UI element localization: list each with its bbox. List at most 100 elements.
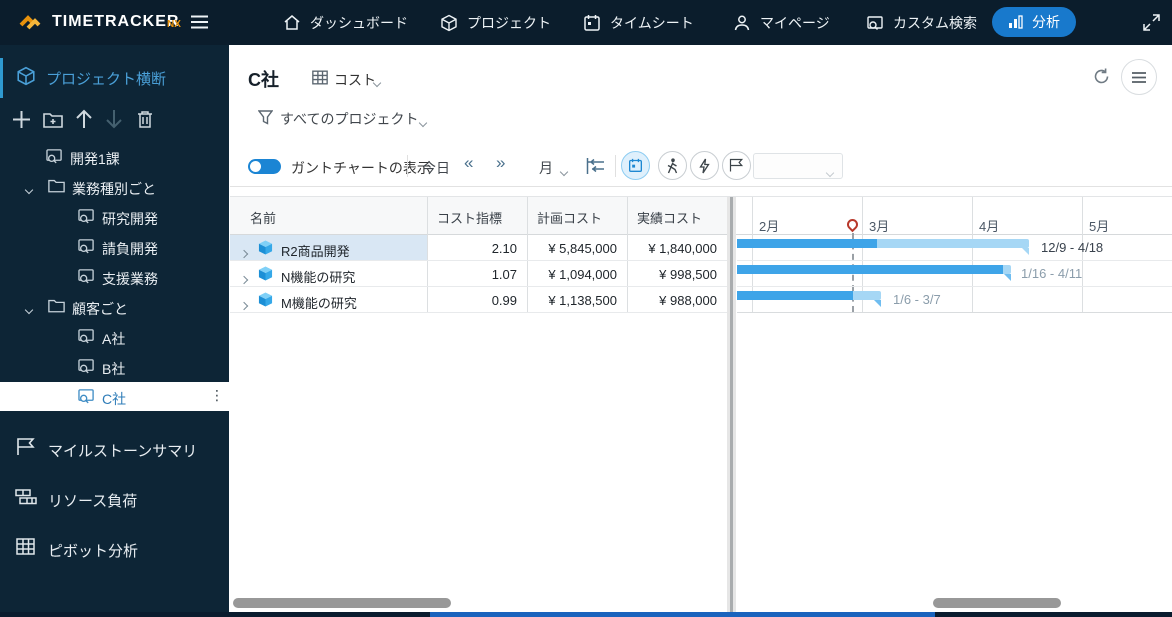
tree-item-dev1[interactable]: 開発1課 (70, 149, 120, 169)
menu-icon[interactable] (191, 15, 208, 29)
home-icon (283, 14, 301, 32)
nav-project[interactable]: プロジェクト (440, 0, 551, 45)
chevron-down-icon[interactable] (24, 180, 34, 198)
chevron-down-icon[interactable] (24, 300, 34, 318)
gantt-bar-progress[interactable] (737, 239, 877, 248)
table-horizontal-scrollbar[interactable] (233, 598, 451, 608)
expand-icon[interactable] (1142, 13, 1161, 32)
month-gridline (972, 197, 973, 313)
nav-label: カスタム検索 (893, 14, 977, 31)
project-name: R2商品開発 (281, 244, 350, 259)
show-milestone-button[interactable] (722, 151, 751, 180)
kebab-menu-icon[interactable]: ⋮ (210, 387, 224, 404)
filter-icon (258, 110, 273, 125)
chevron-down-icon[interactable] (372, 73, 382, 91)
pane-splitter[interactable] (727, 197, 736, 612)
project-name: M機能の研究 (281, 296, 357, 311)
arrow-up-icon[interactable] (75, 109, 93, 129)
nav-dashboard[interactable]: ダッシュボード (283, 0, 408, 45)
tree-item-label: C社 (102, 391, 127, 407)
calendar-icon (629, 158, 642, 172)
menu-icon (1132, 71, 1146, 83)
nav-analysis-active[interactable]: 分析 (992, 7, 1076, 37)
tree-folder-by-customer[interactable]: 顧客ごと (72, 299, 128, 319)
planned-cost-value: ¥ 1,094,000 (548, 267, 617, 282)
gantt-toggle-label: ガントチャートの表示 (291, 160, 431, 176)
column-header-cost-index[interactable]: コスト指標 (437, 208, 502, 227)
refresh-icon[interactable] (1092, 67, 1111, 86)
timetracker-logo-icon (16, 9, 44, 37)
table-row[interactable]: M機能の研究 0.99 ¥ 1,138,500 ¥ 988,000 (230, 287, 727, 313)
toolbar-divider (230, 186, 1172, 187)
report-icon (78, 358, 95, 374)
gantt-display-toggle[interactable] (248, 159, 281, 174)
add-folder-icon[interactable] (43, 111, 63, 128)
column-header-planned-cost[interactable]: 計画コスト (537, 208, 602, 227)
project-name: N機能の研究 (281, 270, 356, 285)
today-button[interactable]: 今日 (422, 158, 450, 178)
gantt-bar-progress[interactable] (737, 291, 853, 300)
toggle-knob (250, 161, 261, 172)
nav-timesheet[interactable]: タイムシート (583, 0, 694, 45)
cost-index-value: 2.10 (491, 241, 517, 256)
add-icon[interactable] (12, 110, 31, 129)
planned-cost-value: ¥ 1,138,500 (548, 293, 617, 308)
nav-mypage[interactable]: マイページ (733, 0, 830, 45)
tree-folder-by-worktype[interactable]: 業務種別ごと (72, 179, 156, 199)
tree-item-company-a[interactable]: A社 (102, 329, 125, 349)
tree-item-support[interactable]: 支援業務 (102, 269, 158, 289)
prev-period-button[interactable]: « (464, 153, 473, 173)
brand-title: TIMETRACKER (52, 13, 180, 30)
table-row[interactable]: N機能の研究 1.07 ¥ 1,094,000 ¥ 998,500 (230, 261, 727, 287)
cube-icon (440, 14, 458, 32)
app-window: TIMETRACKER NX ダッシュボード プロジェクト タイムシート マイペ… (0, 0, 1172, 617)
active-section-indicator (0, 58, 3, 98)
gantt-bar-planned[interactable] (853, 291, 881, 300)
panel-menu-button[interactable] (1121, 59, 1157, 95)
next-period-button[interactable]: » (496, 153, 505, 173)
project-cube-icon (258, 292, 273, 307)
project-filter[interactable]: すべてのプロジェクト (280, 109, 418, 129)
sidebar-item-milestone-summary[interactable]: マイルストーンサマリ (48, 440, 197, 461)
chevron-down-icon (825, 163, 835, 181)
nav-custom-search[interactable]: カスタム検索 (866, 0, 977, 45)
grid-icon (312, 70, 328, 85)
show-period-button[interactable] (621, 151, 650, 180)
sidebar-header-projects-cross[interactable]: プロジェクト横断 (46, 68, 166, 89)
tree-item-company-b[interactable]: B社 (102, 359, 125, 379)
walking-person-icon (667, 157, 678, 173)
brand-suffix: NX (167, 19, 181, 30)
trash-icon[interactable] (137, 110, 153, 129)
tree-item-company-c-selected[interactable]: C社 ⋮ (0, 382, 229, 411)
tree-item-contract-dev[interactable]: 請負開発 (102, 239, 158, 259)
nav-label: プロジェクト (467, 14, 551, 31)
resource-load-icon (15, 489, 37, 505)
gantt-horizontal-scrollbar[interactable] (933, 598, 1061, 608)
timescale-selector[interactable]: 月 (539, 158, 553, 178)
tree-item-research-dev[interactable]: 研究開発 (102, 209, 158, 229)
cube-icon (16, 66, 36, 86)
sidebar-item-pivot-analysis[interactable]: ピボット分析 (48, 540, 138, 561)
gantt-bar-planned[interactable] (1003, 265, 1011, 274)
sidebar-item-resource-load[interactable]: リソース負荷 (48, 490, 137, 511)
month-label: 4月 (979, 219, 1000, 234)
chevron-down-icon[interactable] (559, 162, 569, 180)
view-selector[interactable]: コスト (334, 70, 376, 90)
user-icon (733, 14, 751, 32)
outline-level-icon[interactable] (586, 158, 605, 174)
project-cube-icon (258, 240, 273, 255)
project-cube-icon (258, 266, 273, 281)
main-panel (229, 45, 1172, 612)
column-header-actual-cost[interactable]: 実績コスト (637, 208, 702, 227)
gantt-date-range: 12/9 - 4/18 (1041, 240, 1104, 255)
window-bottom-edge (0, 612, 1172, 617)
column-header-name[interactable]: 名前 (250, 208, 276, 227)
show-progress-button[interactable] (658, 151, 687, 180)
gantt-bar-planned[interactable] (877, 239, 1029, 248)
chevron-down-icon[interactable] (418, 113, 428, 131)
gantt-bar-progress[interactable] (737, 265, 1003, 274)
gantt-bar-end-flag (1004, 274, 1011, 281)
show-critical-path-button[interactable] (690, 151, 719, 180)
table-row[interactable]: R2商品開発 2.10 ¥ 5,845,000 ¥ 1,840,000 (230, 235, 727, 261)
gantt-bar-end-flag (1022, 248, 1029, 255)
